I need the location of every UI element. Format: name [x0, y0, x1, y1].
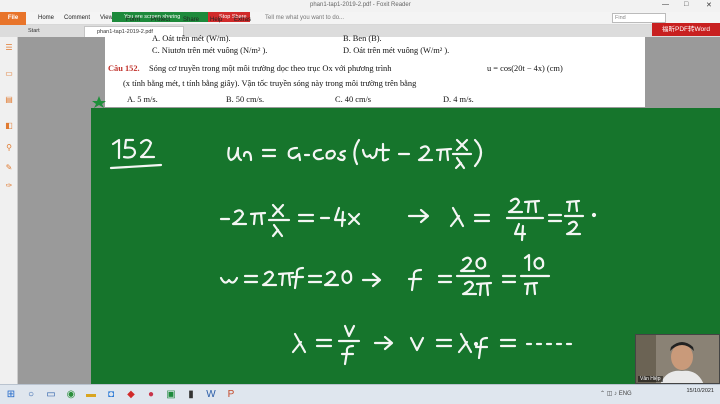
equation-line-4	[291, 324, 573, 366]
layers-icon[interactable]: ◧	[4, 121, 14, 131]
tab-document-label: phan1-tap1-2019-2.pdf	[97, 29, 153, 35]
menu-protect[interactable]: Protect	[151, 17, 170, 23]
presenter-name: Văn Hiệp	[638, 376, 663, 382]
pdf-page: A. Oát trên mét (W/m). B. Ben (B). C. Ni…	[105, 34, 645, 107]
question-equation: u = cos(20t − 4x) (cm)	[487, 64, 563, 73]
powerpoint-icon[interactable]: P	[224, 388, 238, 402]
answer-b-prev: B. Ben (B).	[343, 34, 382, 43]
excel-icon[interactable]: ▣	[164, 388, 178, 402]
app-icon[interactable]: ●	[144, 388, 158, 402]
equation-line-1	[227, 138, 483, 170]
equation-line-2	[219, 197, 597, 242]
menu-extras[interactable]: Extras	[234, 17, 251, 23]
bookmark-icon[interactable]: ▭	[4, 69, 14, 79]
menu-form-item[interactable]: Form	[126, 17, 140, 23]
pages-icon[interactable]: ▤	[4, 95, 14, 105]
webcam-video: Văn Hiệp	[635, 334, 720, 384]
minimize-button[interactable]: —	[662, 1, 669, 8]
answer-b: B. 50 cm/s.	[226, 95, 265, 104]
windows-taskbar: ⊞ ○ ▭ ◉ ▬ ◘ ◆ ● ▣ ▮ W P ⌃ ◫ ♪ ENG 15/10/…	[0, 384, 720, 404]
close-button[interactable]: ✕	[706, 1, 712, 9]
menu-share[interactable]: Share	[183, 17, 199, 23]
chrome-icon[interactable]: ◉	[64, 388, 78, 402]
pointer-star-icon	[92, 96, 106, 108]
question-text: Sóng cơ truyền trong một môi trường dọc …	[149, 64, 392, 73]
handwriting-strokes	[109, 138, 597, 366]
label-152	[109, 138, 163, 170]
handwriting-board[interactable]	[91, 108, 720, 384]
question-number: Câu 152.	[108, 64, 140, 73]
question-text-2: (x tính bằng mét, t tính bằng giây). Vận…	[123, 79, 417, 88]
attachment-icon[interactable]: ⚲	[4, 143, 14, 153]
windows-start-icon[interactable]: ⊞	[4, 388, 18, 402]
tray-icons[interactable]: ⌃ ◫ ♪ ENG	[600, 390, 632, 397]
file-explorer-icon[interactable]: ▬	[84, 388, 98, 402]
window-title: phan1-tap1-2019-2.pdf - Foxit Reader	[310, 2, 411, 8]
system-clock[interactable]: 15/10/2021	[686, 387, 714, 395]
search-icon[interactable]: ○	[24, 388, 38, 402]
answer-a-prev: A. Oát trên mét (W/m).	[152, 34, 231, 43]
answer-d-prev: D. Oát trên mét vuông (W/m² ).	[343, 46, 450, 55]
terminal-icon[interactable]: ▮	[184, 388, 198, 402]
promo-banner[interactable]: 福昕PDF转Word	[652, 23, 720, 36]
answer-a: A. 5 m/s.	[127, 95, 158, 104]
equation-line-3	[219, 253, 551, 297]
task-view-icon[interactable]: ▭	[44, 388, 58, 402]
clock-date: 15/10/2021	[686, 388, 714, 394]
word-icon[interactable]: W	[204, 388, 218, 402]
tab-start[interactable]: Start	[16, 26, 76, 37]
answer-c-prev: C. Niutơn trên mét vuông (N/m² ).	[152, 46, 268, 55]
foxit-icon[interactable]: ◆	[124, 388, 138, 402]
left-sidebar: ☰ ▭ ▤ ◧ ⚲ ✎ ✑	[0, 37, 18, 384]
tab-start-label: Start	[28, 28, 40, 34]
hand-tool-icon[interactable]: ☰	[4, 43, 14, 53]
zoom-icon[interactable]: ◘	[104, 388, 118, 402]
answer-c: C. 40 cm/s	[335, 95, 372, 104]
signature-icon[interactable]: ✑	[4, 181, 14, 191]
comments-icon[interactable]: ✎	[4, 163, 14, 173]
menu-help[interactable]: Help	[210, 17, 222, 23]
window-titlebar: phan1-tap1-2019-2.pdf - Foxit Reader — □…	[0, 0, 720, 12]
menu-row-lower: Form Protect Share Help Extras	[0, 13, 720, 25]
maximize-button[interactable]: □	[684, 1, 688, 8]
answer-d: D. 4 m/s.	[443, 95, 474, 104]
